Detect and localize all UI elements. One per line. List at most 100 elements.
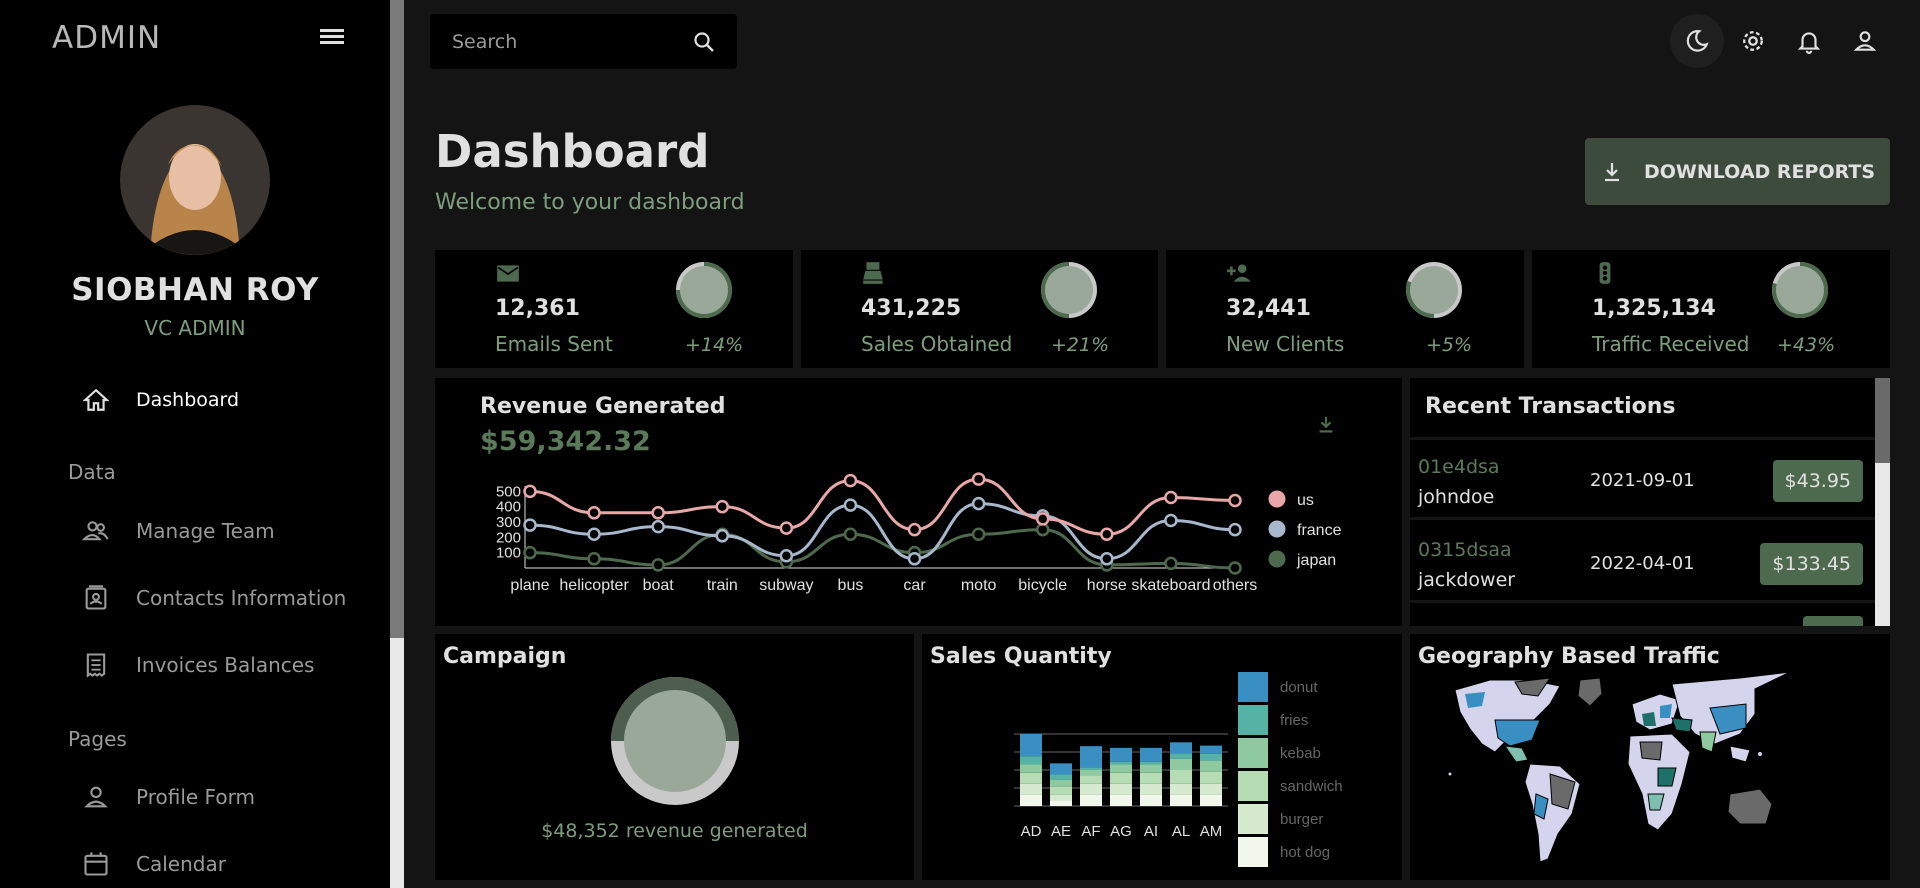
legend-label-japan: japan — [1296, 552, 1336, 569]
sidebar-item-label: Contacts Information — [136, 586, 347, 610]
stat-increase: +43% — [1777, 334, 1836, 356]
transactions-scrollbar[interactable] — [1875, 378, 1890, 626]
data-point-us — [587, 506, 601, 520]
bar-hot dog — [1050, 800, 1072, 806]
campaign-panel: Campaign $48,352 revenue generated — [435, 634, 914, 880]
sidebar-item-dashboard[interactable]: Dashboard — [80, 380, 239, 420]
y-tick-label: 400 — [496, 499, 521, 516]
stat-label: Emails Sent — [495, 332, 613, 356]
x-tick-label: AG — [1110, 823, 1132, 840]
x-tick-label: helicopter — [559, 577, 629, 594]
data-point-us — [1164, 490, 1178, 505]
stat-card-sales: 431,225 Sales Obtained +21% — [801, 250, 1158, 368]
x-tick-label: skateboard — [1131, 577, 1210, 594]
bar-fries — [1170, 753, 1192, 759]
legend-swatch-donut — [1238, 672, 1268, 702]
bar-burger — [1050, 794, 1072, 801]
data-point-france — [843, 498, 858, 512]
settings-icon[interactable] — [1726, 14, 1780, 68]
stat-progress-ring — [1037, 258, 1101, 326]
stat-value: 12,361 — [495, 296, 580, 321]
y-tick-label: 100 — [496, 545, 521, 562]
bar-burger — [1080, 783, 1102, 795]
y-tick-label: 300 — [496, 514, 521, 531]
stat-progress-ring — [1402, 258, 1466, 326]
data-point-us — [1035, 512, 1050, 526]
transaction-row[interactable]: 0315dsaa jackdower 2022-04-01 $133.45 — [1410, 523, 1875, 603]
stat-label: Traffic Received — [1592, 332, 1750, 356]
bar-sandwich — [1050, 786, 1072, 795]
x-tick-label: AE — [1051, 823, 1071, 840]
home-icon — [80, 384, 112, 416]
bar-fries — [1080, 767, 1102, 770]
sidebar-item-label: Dashboard — [136, 389, 240, 411]
campaign-progress-ring — [610, 676, 740, 810]
x-tick-label: AI — [1144, 823, 1158, 840]
sidebar-item-invoices[interactable]: Invoices Balances — [80, 645, 314, 685]
transaction-row[interactable]: 01e4dsa johndoe 2021-09-01 $43.95 — [1410, 440, 1875, 520]
search-icon[interactable] — [684, 22, 724, 62]
bar-kebab — [1200, 760, 1222, 772]
bar-donut — [1140, 747, 1162, 762]
user-name: SIOBHAN ROY — [71, 272, 319, 308]
search-input[interactable] — [430, 30, 670, 53]
x-tick-label: boat — [643, 577, 675, 594]
data-point-japan — [587, 552, 601, 566]
data-point-france — [779, 548, 794, 563]
legend-swatch-kebab — [1238, 738, 1268, 768]
bar-kebab — [1110, 764, 1132, 773]
bar-burger — [1140, 783, 1162, 795]
sidebar-item-label: Manage Team — [136, 519, 275, 543]
bar-hot dog — [1170, 794, 1192, 806]
campaign-subtitle: $48,352 revenue generated — [541, 820, 808, 842]
sidebar-item-calendar[interactable]: Calendar — [80, 844, 226, 884]
data-point-france — [651, 519, 665, 534]
legend-swatch-france — [1268, 520, 1286, 538]
x-tick-label: AM — [1200, 823, 1223, 840]
data-point-france — [1228, 522, 1242, 537]
revenue-line-chart: 100200300400500 plane helicopter boat train s… — [496, 472, 1342, 594]
data-point-japan — [843, 527, 858, 542]
bar-donut — [1110, 747, 1132, 762]
download-icon — [1600, 160, 1624, 184]
data-point-us — [1228, 493, 1242, 508]
world-map — [1448, 671, 1791, 863]
download-reports-button[interactable]: DOWNLOAD REPORTS — [1585, 138, 1890, 205]
bar-fries — [1020, 756, 1042, 765]
sales-bar-chart: AD AE AF AG AI AL AM donut fries kebab sandwich bur… — [1014, 672, 1343, 867]
legend-swatch-japan — [1268, 550, 1286, 568]
bar-fries — [1050, 774, 1072, 780]
notifications-icon[interactable] — [1782, 14, 1836, 68]
data-point-us — [971, 472, 986, 486]
menu-toggle-button[interactable] — [314, 26, 350, 54]
sidebar-item-manage-team[interactable]: Manage Team — [80, 511, 275, 551]
dark-mode-icon[interactable] — [1670, 14, 1724, 68]
people-icon — [80, 515, 112, 547]
user-role: VC ADMIN — [144, 316, 246, 340]
sidebar-item-profile[interactable]: Profile Form — [80, 777, 255, 817]
sidebar-scrollbar[interactable] — [390, 0, 404, 888]
transaction-id: 0315dsaa — [1418, 539, 1512, 561]
stat-increase: +14% — [685, 334, 744, 356]
section-pages: Pages — [68, 727, 127, 751]
data-point-japan — [523, 545, 537, 560]
bar-burger — [1110, 783, 1132, 795]
sidebar-scrollbar-thumb[interactable] — [390, 0, 404, 638]
transactions-scrollbar-thumb[interactable] — [1875, 378, 1890, 463]
transaction-row[interactable] — [1410, 606, 1875, 626]
app-root: ADMIN SIOBHAN ROY VC ADMIN Dashboard Dat… — [0, 0, 1920, 888]
account-icon[interactable] — [1838, 14, 1892, 68]
data-point-france — [715, 529, 730, 543]
page-title: Dashboard — [435, 125, 710, 178]
point-of-sale-icon — [861, 260, 887, 290]
bar-burger — [1200, 783, 1222, 795]
person-icon — [80, 781, 112, 813]
x-tick-label: others — [1213, 577, 1257, 594]
bar-sandwich — [1110, 772, 1132, 784]
bar-donut — [1170, 742, 1192, 754]
bar-kebab — [1140, 764, 1162, 773]
sidebar-item-contacts[interactable]: Contacts Information — [80, 578, 346, 618]
data-point-france — [971, 496, 986, 511]
transaction-cost — [1803, 616, 1863, 626]
y-tick-label: 200 — [496, 529, 521, 546]
